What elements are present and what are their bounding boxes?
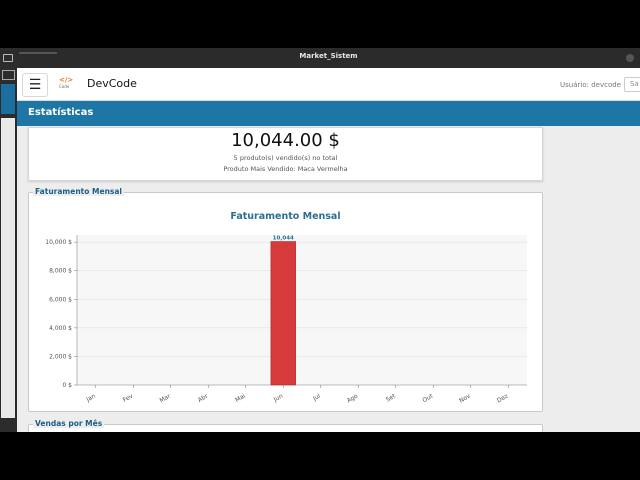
monthly-revenue-panel: Faturamento Mensal Faturamento Mensal 0 … <box>28 187 543 412</box>
panel-legend: Vendas por Mês <box>33 419 105 428</box>
background-window-body <box>1 118 15 418</box>
stats-card: 10,044.00 $ 5 produto(s) vendido(s) no t… <box>28 127 543 181</box>
x-tick-label: Fev <box>122 392 135 403</box>
window-icon[interactable] <box>3 54 13 62</box>
y-tick-label: 0 $ <box>62 382 72 389</box>
products-sold-text: 5 produto(s) vendido(s) no total <box>233 154 338 162</box>
page-title: Estatísticas <box>17 101 640 126</box>
y-tick-label: 4,000 $ <box>49 325 72 332</box>
x-tick-label: Abr <box>197 392 210 404</box>
x-tick-label: Jul <box>311 393 322 403</box>
bar-jun <box>270 241 296 386</box>
desktop-side-strip <box>0 48 17 432</box>
window-titlebar[interactable]: Market_Sistem <box>17 48 640 68</box>
menu-button[interactable]: ☰ <box>22 73 48 97</box>
x-tick-label: Ago <box>346 393 360 405</box>
user-label: Usuário: devcode <box>560 81 621 89</box>
logo: </> Code <box>59 77 73 91</box>
x-tick-label: Out <box>421 392 434 404</box>
y-tick-label: 6,000 $ <box>49 296 72 303</box>
y-tick-label: 10,000 $ <box>45 239 72 246</box>
app-header: ☰ </> Code DevCode Usuário: devcode Sa <box>17 68 640 101</box>
x-tick-label: Nov <box>458 392 472 404</box>
logo-subtitle: Code <box>59 84 70 89</box>
x-tick-label: Mai <box>234 393 247 404</box>
plot-area <box>77 235 527 385</box>
app-window: Market_Sistem ☰ </> Code DevCode Usuário… <box>17 48 640 432</box>
x-tick-label: Mar <box>158 392 172 404</box>
data-label: 10,044 <box>273 236 294 242</box>
revenue-bar-chart: 0 $ 2,000 $ 4,000 $ 6,000 $ 8,000 $ 10,000 $ J… <box>45 235 527 405</box>
x-tick-label: Dez <box>496 393 509 405</box>
logout-button[interactable]: Sa <box>624 77 640 92</box>
close-icon[interactable] <box>626 54 634 62</box>
y-tick-label: 8,000 $ <box>49 268 72 275</box>
sales-per-month-panel: Vendas por Mês <box>28 419 543 432</box>
x-tick-label: Set <box>385 392 398 403</box>
x-tick-label: Jan <box>84 393 97 404</box>
window-title: Market_Sistem <box>299 52 358 60</box>
background-window-header <box>1 84 15 114</box>
x-tick-label: Jun <box>272 393 285 404</box>
y-tick-label: 2,000 $ <box>49 353 72 360</box>
total-revenue: 10,044.00 $ <box>231 130 340 151</box>
best-seller-text: Produto Mais Vendido: Maca Vermelha <box>223 165 348 173</box>
logo-code-icon: </> <box>59 76 74 84</box>
window-icon[interactable] <box>2 70 15 80</box>
brand-name: DevCode <box>87 77 137 90</box>
